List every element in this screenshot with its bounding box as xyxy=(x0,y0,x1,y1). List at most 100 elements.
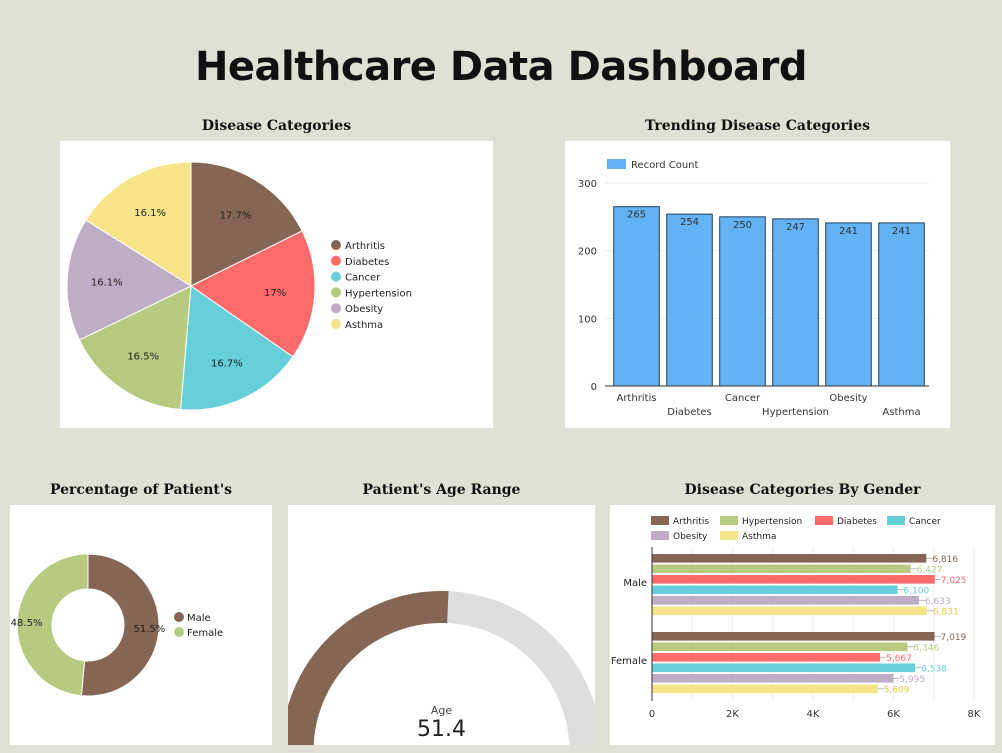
bar-y-tick-label: 300 xyxy=(578,179,597,190)
bar-value-label: 247 xyxy=(786,222,805,233)
gauge-value: 51.4 xyxy=(417,717,466,742)
hbar-x-tick-label: 2K xyxy=(726,709,739,720)
bar-x-tick-label: Arthritis xyxy=(616,393,656,404)
bar-y-tick-label: 0 xyxy=(591,382,597,393)
age-range-gauge-chart[interactable]: Age51.4 xyxy=(288,505,595,745)
bar-legend-swatch xyxy=(607,159,626,169)
hbar-male-arthritis xyxy=(652,554,927,563)
pie-data-label: 17.7% xyxy=(220,210,252,221)
hbar-x-tick-label: 8K xyxy=(968,709,981,720)
gender-diseases-bar-chart[interactable]: 0 2K 4K 6K 8K Arthritis Hypertension Diabetes Ca… xyxy=(610,505,995,745)
bar-y-tick-label: 200 xyxy=(578,247,597,258)
donut-legend-label: Male xyxy=(187,613,211,624)
gender-chart-title: Disease Categories By Gender xyxy=(684,482,921,498)
pie-legend-swatch xyxy=(331,271,341,282)
bar-value-label: 241 xyxy=(892,226,911,237)
bar-value-label: 265 xyxy=(627,210,646,221)
age-range-card: Age 51.4 xyxy=(288,505,595,745)
pie-data-label: 16.5% xyxy=(127,351,159,362)
hbar-male-cancer xyxy=(652,585,898,595)
hbar-legend-swatch xyxy=(815,516,833,525)
dashboard-title: Healthcare Data Dashboard xyxy=(194,44,808,90)
pie-legend-label: Diabetes xyxy=(345,257,389,268)
hbar-value-label: 7,025 xyxy=(941,576,967,586)
trending-diseases-card: 0 100 200 300 Record Count 265 Arthritis 254 Dia… xyxy=(565,141,950,428)
pie-legend-swatch xyxy=(331,255,341,266)
hbar-male-obesity xyxy=(652,596,919,605)
gender-diseases-card: 0 2K 4K 6K 8K Arthritis Hypertension Diabetes Ca… xyxy=(610,505,995,745)
trending-diseases-bar-chart[interactable]: 0 100 200 300 Record Count 265 Arthritis 254 Dia… xyxy=(565,141,950,428)
donut-legend-swatch xyxy=(174,612,184,622)
patient-percentage-card: 51.5% 48.5% Male Female xyxy=(10,505,272,745)
hbar-value-label: 7,019 xyxy=(941,633,967,643)
bar-value-label: 250 xyxy=(733,220,752,231)
donut-data-label: 51.5% xyxy=(134,624,166,635)
hbar-value-label: 6,831 xyxy=(933,607,959,617)
pie-legend-label: Asthma xyxy=(345,320,383,331)
hbar-value-label: 6,427 xyxy=(917,565,943,575)
bar-hypertension xyxy=(772,218,819,387)
patient-percentage-donut-chart[interactable]: 51.5% 48.5% Male Female xyxy=(10,505,272,745)
hbar-male-asthma xyxy=(652,606,927,616)
hbar-legend-label: Obesity xyxy=(673,532,708,542)
bar-value-label: 241 xyxy=(839,226,858,237)
hbar-legend-label: Arthritis xyxy=(673,517,709,527)
hbar-x-tick-label: 4K xyxy=(807,709,820,720)
hbar-legend-label: Asthma xyxy=(742,532,776,542)
hbar-legend-swatch xyxy=(651,531,669,540)
hbar-y-tick-label: Male xyxy=(623,578,647,589)
hbar-female-asthma xyxy=(652,684,878,694)
gauge-label: Age xyxy=(431,704,453,717)
hbar-legend-swatch xyxy=(720,516,738,525)
hbar-legend-label: Diabetes xyxy=(837,517,877,527)
hbar-value-label: 6,633 xyxy=(925,597,951,607)
hbar-female-arthritis xyxy=(652,632,935,641)
bar-obesity xyxy=(825,222,872,387)
pie-legend-label: Obesity xyxy=(345,304,383,315)
bar-x-tick-label: Diabetes xyxy=(667,407,711,418)
hbar-value-label: 5,609 xyxy=(884,685,910,695)
hbar-x-tick-label: 6K xyxy=(887,709,900,720)
hbar-male-hypertension xyxy=(652,564,911,574)
hbar-value-label: 6,538 xyxy=(921,664,947,674)
hbar-value-label: 6,100 xyxy=(904,586,930,596)
bar-cancer xyxy=(719,216,766,387)
donut-chart-title: Percentage of Patient's xyxy=(49,482,233,498)
hbar-value-label: 5,667 xyxy=(886,654,912,664)
bar-x-tick-label: Obesity xyxy=(829,393,867,404)
bar-arthritis xyxy=(613,206,660,387)
donut-data-label: 48.5% xyxy=(11,618,43,629)
pie-legend-label: Arthritis xyxy=(345,241,385,252)
pie-legend-label: Cancer xyxy=(345,273,381,284)
bar-diabetes xyxy=(666,213,713,387)
bar-value-label: 254 xyxy=(680,217,699,228)
hbar-value-label: 6,346 xyxy=(913,643,939,653)
hbar-female-hypertension xyxy=(652,642,908,652)
gauge-chart-title: Patient's Age Range xyxy=(362,482,521,498)
pie-data-label: 17% xyxy=(264,288,286,299)
pie-legend-swatch xyxy=(331,303,341,314)
pie-legend-swatch xyxy=(331,240,341,250)
bar-y-tick-label: 100 xyxy=(578,314,597,325)
disease-categories-pie-chart[interactable]: 17.7% 17% 16.7% 16.5% 16.1% 16.1% Arthritis Dia… xyxy=(60,141,493,428)
hbar-value-label: 6,816 xyxy=(932,555,958,565)
hbar-female-cancer xyxy=(652,663,916,673)
pie-data-label: 16.1% xyxy=(134,208,166,219)
pie-data-label: 16.7% xyxy=(211,358,243,369)
disease-categories-card: 17.7% 17% 16.7% 16.5% 16.1% 16.1% Arthritis Dia… xyxy=(60,141,493,428)
donut-legend-swatch xyxy=(174,627,184,637)
hbar-legend-swatch xyxy=(720,531,738,540)
pie-legend-label: Hypertension xyxy=(345,288,412,299)
hbar-female-diabetes xyxy=(652,653,881,662)
donut-legend-label: Female xyxy=(187,628,223,639)
bar-x-tick-label: Cancer xyxy=(725,393,761,404)
hbar-legend-label: Hypertension xyxy=(742,517,802,527)
bar-asthma xyxy=(878,222,925,387)
hbar-x-tick-label: 0 xyxy=(649,709,655,720)
bar-legend-label: Record Count xyxy=(631,160,699,171)
bar-x-tick-label: Asthma xyxy=(882,407,920,418)
hbar-legend-swatch xyxy=(887,516,905,525)
hbar-value-label: 5,995 xyxy=(899,675,925,685)
bar-x-tick-label: Hypertension xyxy=(762,407,829,418)
hbar-y-tick-label: Female xyxy=(611,656,647,667)
